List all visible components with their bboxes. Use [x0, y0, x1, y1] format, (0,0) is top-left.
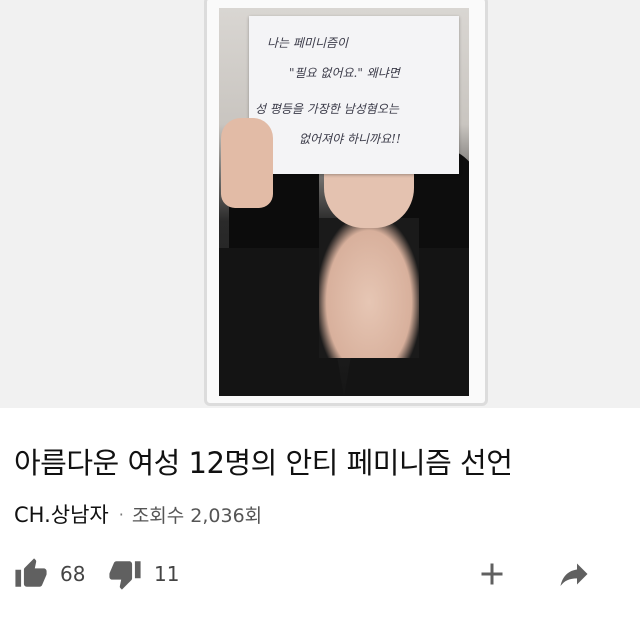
action-bar: 68 11	[0, 550, 640, 598]
video-title: 아름다운 여성 12명의 안티 페미니즘 선언	[14, 446, 513, 480]
share-arrow-icon	[560, 563, 588, 586]
thumbs-down-icon	[109, 561, 141, 590]
video-meta: CH.상남자 · 조회수 2,036회	[14, 499, 262, 529]
video-player[interactable]: 나는 페미니즘이 "필요 없어요." 왜냐면 성 평등을 가장한 남성혐오는 없…	[0, 0, 640, 408]
sign-line-1: 나는 페미니즘이	[267, 36, 349, 50]
dislike-button[interactable]: 11	[108, 556, 179, 592]
plus-icon	[481, 563, 503, 585]
like-count: 68	[60, 562, 86, 586]
sign-line-2: "필요 없어요." 왜냐면	[289, 66, 400, 80]
sign-line-3: 성 평등을 가장한 남성혐오는	[255, 102, 399, 116]
video-frame: 나는 페미니즘이 "필요 없어요." 왜냐면 성 평등을 가장한 남성혐오는 없…	[219, 8, 469, 396]
meta-separator: ·	[118, 504, 124, 524]
dislike-count: 11	[154, 562, 180, 586]
views-label: 조회수	[131, 504, 185, 527]
share-button[interactable]	[556, 556, 592, 592]
like-button[interactable]: 68	[14, 556, 85, 592]
thumbs-up-icon	[15, 558, 47, 587]
views-count: 2,036회	[190, 504, 263, 527]
sign-paper: 나는 페미니즘이 "필요 없어요." 왜냐면 성 평등을 가장한 남성혐오는 없…	[249, 16, 459, 174]
hand	[221, 118, 273, 208]
neck-area	[319, 218, 419, 358]
channel-name[interactable]: CH.상남자	[14, 499, 109, 529]
sign-line-4: 없어져야 하니까요!!	[299, 132, 401, 146]
add-to-playlist-button[interactable]	[474, 556, 510, 592]
